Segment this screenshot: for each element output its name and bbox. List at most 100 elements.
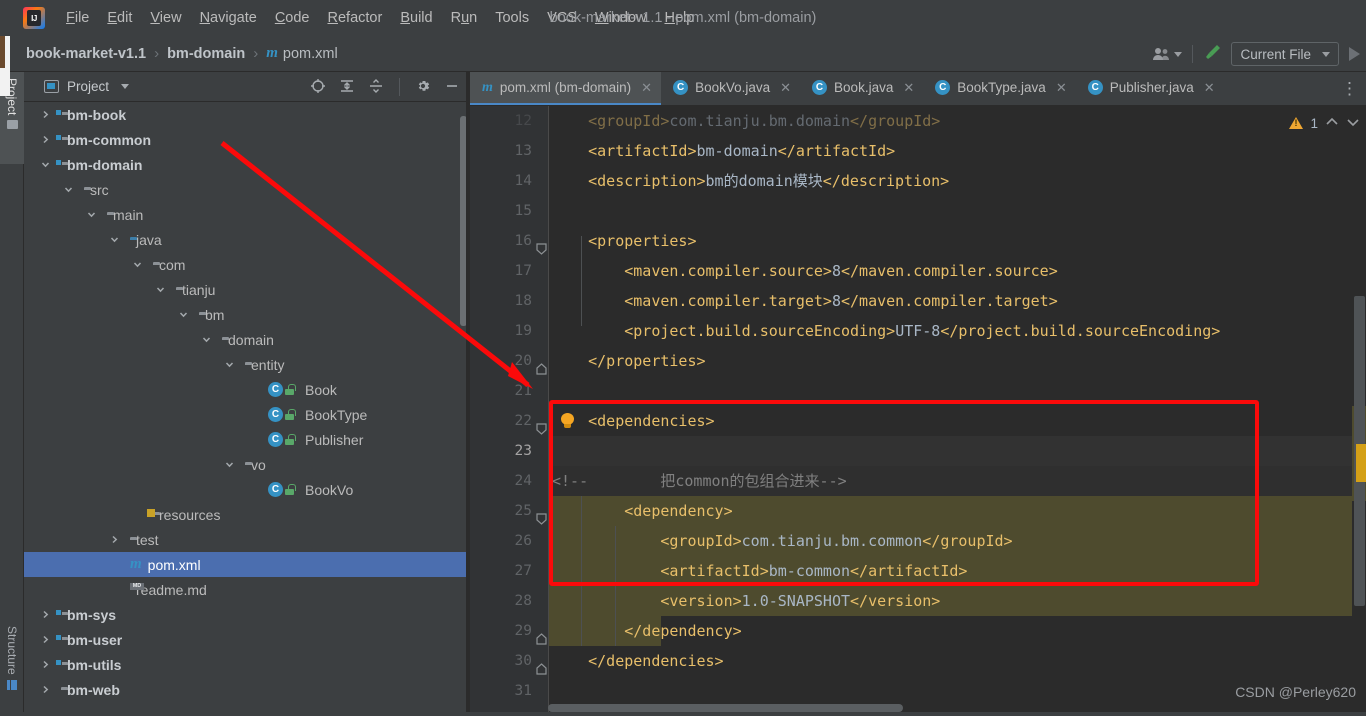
tree-expand-arrow-down[interactable] <box>109 234 120 245</box>
hide-panel-icon[interactable] <box>444 78 460 97</box>
tree-expand-arrow-down[interactable] <box>224 459 235 470</box>
tree-item-bm-sys[interactable]: bm-sys <box>24 602 470 627</box>
menu-item-code[interactable]: Code <box>266 7 319 29</box>
tree-expand-arrow-right[interactable] <box>40 684 51 695</box>
menu-item-navigate[interactable]: Navigate <box>191 7 266 29</box>
settings-gear-icon[interactable] <box>415 78 431 97</box>
locate-icon[interactable] <box>310 78 326 97</box>
tree-item-pom-xml[interactable]: m pom.xml <box>24 552 470 577</box>
collapse-all-icon[interactable] <box>368 78 384 97</box>
tree-expand-arrow-down[interactable] <box>155 284 166 295</box>
menu-item-tools[interactable]: Tools <box>486 7 538 29</box>
menu-item-file[interactable]: File <box>57 7 98 29</box>
tree-item-bm-domain[interactable]: bm-domain <box>24 152 470 177</box>
editor-tab-publisher-java[interactable]: C Publisher.java ✕ <box>1076 72 1224 105</box>
tree-expand-arrow-down[interactable] <box>201 334 212 345</box>
close-icon[interactable]: ✕ <box>903 80 914 96</box>
tree-expand-arrow-right[interactable] <box>109 534 120 545</box>
tree-item-src[interactable]: src <box>24 177 470 202</box>
tree-item-java[interactable]: java <box>24 227 470 252</box>
tree-item-entity[interactable]: entity <box>24 352 470 377</box>
tree-item-domain[interactable]: domain <box>24 327 470 352</box>
tree-expand-arrow-down[interactable] <box>86 209 97 220</box>
tree-item-bm-utils[interactable]: bm-utils <box>24 652 470 677</box>
tree-expand-arrow-right[interactable] <box>40 134 51 145</box>
breadcrumb-item-project[interactable]: book-market-v1.1 <box>26 46 146 62</box>
tree-item-book[interactable]: C Book <box>24 377 470 402</box>
tree-expand-arrow-down[interactable] <box>132 259 143 270</box>
prev-problem-icon[interactable] <box>1325 116 1339 131</box>
run-configuration-label: Current File <box>1240 46 1311 62</box>
next-problem-icon[interactable] <box>1346 116 1360 131</box>
tree-expand-arrow-down[interactable] <box>40 159 51 170</box>
fold-close-icon[interactable] <box>536 625 547 645</box>
tree-item-bm-book[interactable]: bm-book <box>24 102 470 127</box>
close-icon[interactable]: ✕ <box>780 80 791 96</box>
menu-item-run[interactable]: Run <box>442 7 487 29</box>
tree-expand-arrow-down[interactable] <box>178 309 189 320</box>
tree-expand-arrow-right[interactable] <box>40 109 51 120</box>
tree-expand-arrow-down[interactable] <box>224 359 235 370</box>
breadcrumb-item-file[interactable]: pom.xml <box>283 46 338 62</box>
menu-item-edit[interactable]: Edit <box>98 7 141 29</box>
editor-tab-book-java[interactable]: C Book.java ✕ <box>800 72 923 105</box>
menu-item-build[interactable]: Build <box>391 7 441 29</box>
close-icon[interactable]: ✕ <box>641 80 652 96</box>
tree-expand-arrow-right[interactable] <box>40 609 51 620</box>
scrollbar-warning-marker[interactable] <box>1356 444 1366 482</box>
fold-open-icon[interactable] <box>536 505 547 525</box>
inspection-widget: 1 <box>1289 112 1360 134</box>
project-panel-header: Project <box>24 72 470 102</box>
sidebar-tab-structure[interactable]: Structure <box>0 620 24 712</box>
tree-item-bm-common[interactable]: bm-common <box>24 127 470 152</box>
fold-close-icon[interactable] <box>536 655 547 675</box>
more-vertical-icon[interactable]: ⋮ <box>1341 72 1358 106</box>
fold-open-icon[interactable] <box>536 235 547 255</box>
tree-item-readme-md[interactable]: readme.md <box>24 577 470 602</box>
menu-item-window[interactable]: Window <box>586 7 656 29</box>
left-tool-strip: Project Structure <box>0 72 24 716</box>
tree-item-label: bm-sys <box>67 606 117 623</box>
tree-expand-arrow-right[interactable] <box>40 659 51 670</box>
menu-item-vcs[interactable]: VCS <box>538 7 586 29</box>
build-hammer-icon[interactable] <box>1203 42 1223 67</box>
horizontal-scrollbar[interactable] <box>548 704 1318 712</box>
editor-tab-pom-xml-bm-domain-[interactable]: m pom.xml (bm-domain) ✕ <box>470 72 662 105</box>
tree-expand-arrow-down[interactable] <box>63 184 74 195</box>
tree-item-main[interactable]: main <box>24 202 470 227</box>
chevron-down-icon[interactable] <box>1174 51 1183 57</box>
tree-expand-arrow-right[interactable] <box>40 634 51 645</box>
tree-item-bm-web[interactable]: bm-web <box>24 677 470 702</box>
breadcrumb-separator: › <box>154 45 160 62</box>
horizontal-scrollbar-thumb[interactable] <box>548 704 903 712</box>
run-configuration-selector[interactable]: Current File <box>1231 42 1339 66</box>
menu-item-refactor[interactable]: Refactor <box>319 7 392 29</box>
fold-open-icon[interactable] <box>536 415 547 435</box>
close-icon[interactable]: ✕ <box>1056 80 1067 96</box>
code-text: <artifactId>bm-domain</artifactId> <box>588 142 896 160</box>
tree-item-tianju[interactable]: tianju <box>24 277 470 302</box>
menu-item-view[interactable]: View <box>141 7 190 29</box>
fold-close-icon[interactable] <box>536 355 547 375</box>
tree-item-bookvo[interactable]: C BookVo <box>24 477 470 502</box>
tree-item-resources[interactable]: resources <box>24 502 470 527</box>
close-icon[interactable]: ✕ <box>1204 80 1215 96</box>
menu-item-help[interactable]: Help <box>655 7 703 29</box>
editor-tab-booktype-java[interactable]: C BookType.java ✕ <box>923 72 1075 105</box>
project-tree[interactable]: bm-book bm-common bm-domain src main java com t… <box>24 102 470 716</box>
tree-item-booktype[interactable]: C BookType <box>24 402 470 427</box>
tree-item-vo[interactable]: vo <box>24 452 470 477</box>
tree-item-publisher[interactable]: C Publisher <box>24 427 470 452</box>
tree-item-bm-user[interactable]: bm-user <box>24 627 470 652</box>
expand-all-icon[interactable] <box>339 78 355 97</box>
breadcrumb-item-module[interactable]: bm-domain <box>167 46 245 62</box>
tree-item-com[interactable]: com <box>24 252 470 277</box>
tree-item-bm[interactable]: bm <box>24 302 470 327</box>
vertical-scrollbar[interactable] <box>1352 106 1366 716</box>
editor-tab-bookvo-java[interactable]: C BookVo.java ✕ <box>661 72 800 105</box>
chevron-down-icon[interactable] <box>121 84 130 89</box>
tree-item-test[interactable]: test <box>24 527 470 552</box>
people-icon[interactable] <box>1152 47 1170 61</box>
run-icon[interactable] <box>1349 47 1360 61</box>
code-editor[interactable]: 12 <groupId>com.tianju.bm.domain</groupI… <box>470 106 1366 716</box>
